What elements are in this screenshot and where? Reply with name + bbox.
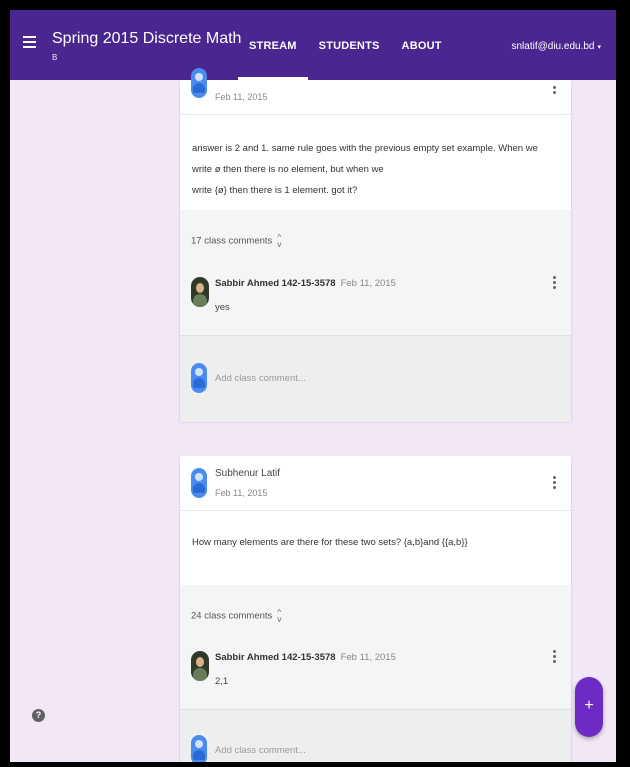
- post-date: Feb 11, 2015: [215, 488, 268, 498]
- post-author: Subhenur Latif: [215, 468, 281, 479]
- expand-collapse-icon: ^ v: [277, 608, 282, 624]
- account-email: snlatif@diu.edu.bd: [511, 41, 595, 52]
- tab-bar: STREAM STUDENTS ABOUT: [238, 10, 453, 80]
- post-date: Feb 11, 2015: [215, 92, 268, 102]
- add-comment-row: Add class comment...: [180, 709, 571, 762]
- comment-text: 2,1: [215, 676, 229, 687]
- comment-author-name: Sabbir Ahmed 142-15-3578: [215, 278, 336, 289]
- commenter-avatar: [191, 277, 209, 307]
- comments-section: 17 class comments ^ v Sabbir Ahmed 142-15-…: [180, 210, 571, 335]
- commenter-avatar: [191, 651, 209, 681]
- comment-date: Feb 11, 2015: [340, 652, 396, 663]
- more-vert-icon[interactable]: [553, 276, 556, 291]
- help-icon[interactable]: ?: [32, 709, 45, 722]
- post-header: Subhenur Latif Feb 11, 2015: [180, 456, 571, 511]
- comment-date: Feb 11, 2015: [340, 278, 396, 289]
- tab-about[interactable]: ABOUT: [391, 10, 453, 80]
- comment-count: 17 class comments: [191, 235, 273, 247]
- post-text-line: How many elements are there for these tw…: [192, 537, 468, 548]
- comment-count: 24 class comments: [191, 610, 273, 622]
- comment-author: Sabbir Ahmed 142-15-3578 Feb 11, 2015: [215, 278, 396, 289]
- app-bar: Spring 2015 Discrete Math B STREAM STUDE…: [10, 10, 616, 80]
- comment-count-toggle[interactable]: 24 class comments ^ v: [191, 608, 282, 624]
- course-title[interactable]: Spring 2015 Discrete Math: [52, 30, 241, 48]
- comment-text: yes: [215, 302, 230, 313]
- more-vert-icon[interactable]: [553, 650, 556, 665]
- post-header: Feb 11, 2015: [180, 68, 571, 115]
- add-post-fab[interactable]: +: [575, 677, 603, 737]
- add-comment-row: Add class comment...: [180, 335, 571, 422]
- comment-count-toggle[interactable]: 17 class comments ^ v: [191, 233, 282, 249]
- stream-post: Subhenur Latif Feb 11, 2015 How many ele…: [180, 456, 571, 762]
- current-user-avatar: [191, 735, 207, 762]
- post-text-line: write {ø} then there is 1 element. got i…: [192, 185, 358, 196]
- comments-section: 24 class comments ^ v Sabbir Ahmed 142-15-…: [180, 585, 571, 709]
- more-vert-icon[interactable]: [553, 86, 556, 96]
- expand-collapse-icon: ^ v: [277, 233, 282, 249]
- caret-down-icon: ▾: [597, 44, 601, 51]
- more-vert-icon[interactable]: [553, 476, 556, 491]
- menu-icon[interactable]: [23, 36, 36, 48]
- post-body: answer is 2 and 1. same rule goes with t…: [180, 115, 571, 210]
- add-comment-input[interactable]: Add class comment...: [215, 373, 306, 384]
- author-avatar: [191, 68, 207, 98]
- app-window: Spring 2015 Discrete Math B STREAM STUDE…: [10, 10, 616, 762]
- post-text-line: answer is 2 and 1. same rule goes with t…: [192, 143, 538, 175]
- comment-author: Sabbir Ahmed 142-15-3578 Feb 11, 2015: [215, 652, 396, 663]
- account-menu[interactable]: snlatif@diu.edu.bd ▾: [512, 41, 602, 52]
- add-comment-input[interactable]: Add class comment...: [215, 745, 306, 756]
- author-avatar: [191, 468, 207, 498]
- comment-author-name: Sabbir Ahmed 142-15-3578: [215, 652, 336, 663]
- course-section: B: [52, 53, 58, 62]
- post-body: How many elements are there for these tw…: [180, 511, 571, 585]
- tab-students[interactable]: STUDENTS: [308, 10, 391, 80]
- current-user-avatar: [191, 363, 207, 393]
- tab-stream[interactable]: STREAM: [238, 10, 308, 80]
- stream-post: Feb 11, 2015 answer is 2 and 1. same rul…: [180, 68, 571, 422]
